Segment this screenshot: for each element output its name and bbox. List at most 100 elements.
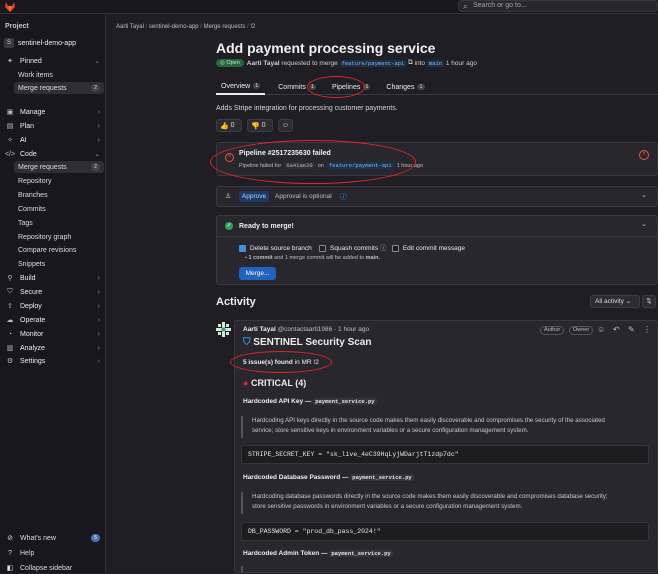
help-icon: ? [8,549,12,557]
gitlab-logo-icon[interactable] [4,1,16,13]
mr-subtitle: ◎ Open Aarti Tayal requested to merge fe… [216,59,477,67]
collapse-sidebar-button[interactable]: ◧ Collapse sidebar [0,562,106,574]
thumbs-up-button[interactable]: 👍 0 [216,119,242,132]
thumbs-down-button[interactable]: 👎 0 [247,119,273,132]
sort-button[interactable]: ⇅ [642,295,656,308]
chevron-right-icon: › [97,288,100,296]
issue-description-line: store sensitive passwords in environment… [252,503,523,510]
issue-description-line: service; store sensitive keys in environ… [252,427,529,434]
tab-overview[interactable]: Overview 1 [216,79,266,95]
sidebar-item-label: Merge requests [18,84,67,92]
breadcrumb-project[interactable]: sentinel-demo-app [149,24,199,30]
issue-file: payment_service.py [329,550,393,557]
note-time[interactable]: 1 hour ago [338,326,369,333]
edit-message-checkbox[interactable] [391,244,399,252]
sidebar-item-pinned-merge-requests[interactable]: Merge requests 2 [14,82,104,94]
sidebar-item-label: Snippets [18,260,46,268]
chevron-right-icon: › [97,136,100,144]
issue-code-block: STRIPE_SECRET_KEY = "sk_live_4eC39HqLyjW… [241,445,649,464]
sidebar-item-label: AI [20,136,27,144]
status-badge: ◎ Open [216,59,244,67]
sidebar-item-label: Operate [20,316,46,324]
edit-icon[interactable]: ✎ [628,325,635,334]
search-input[interactable]: ⌕ Search or go to... [458,0,658,12]
pin-icon: ✦ [7,58,13,65]
sidebar-item-merge-requests[interactable]: Merge requests 2 [14,161,104,173]
source-branch[interactable]: feature/payment-api [339,59,407,67]
tab-changes[interactable]: Changes 1 [381,79,429,95]
sidebar-item-label: Work items [18,71,53,79]
more-actions-icon[interactable]: ⋮ [643,325,651,334]
sidebar-item-label: Repository [18,177,52,185]
top-bar: ⌕ Search or go to... [0,0,658,14]
smiley-icon: ☺ [281,122,290,129]
squash-checkbox[interactable] [319,244,327,252]
sidebar-item-pinned[interactable]: ✦ Pinned ⌄ [0,55,106,67]
issue-title: Hardcoded API Key — payment_service.py [243,398,377,405]
activity-filter-dropdown[interactable]: All activity ⌄ [590,295,640,308]
collapse-icon: ◧ [6,565,14,572]
thumbs-down-icon: 👎 [251,122,260,130]
sidebar-item-secure[interactable]: ⛉ Secure › [0,286,106,298]
sidebar-item-repository-graph[interactable]: Repository graph [18,231,71,243]
help-button[interactable]: ? Help [0,547,106,559]
sidebar-item-snippets[interactable]: Snippets [18,258,45,270]
gear-icon: ⚙ [6,358,14,365]
sidebar-item-monitor[interactable]: ◔ Monitor › [0,328,106,340]
sidebar-item-ai[interactable]: ✧ AI › [0,134,106,146]
merge-button[interactable]: Merge... [239,267,276,280]
chevron-down-icon[interactable]: ⌄ [641,220,647,228]
divider [217,236,657,237]
sidebar-item-branches[interactable]: Branches [18,189,48,201]
breadcrumb-id[interactable]: !2 [250,24,255,30]
target-branch[interactable]: main [426,59,445,67]
reply-icon[interactable]: ↶ [613,325,620,334]
sidebar-item-label: Compare revisions [18,246,77,254]
reaction-count: 0 [230,122,235,129]
help-label: Help [20,549,35,557]
approval-text: Approval is optional [275,193,332,200]
activity-heading: Activity [216,296,256,308]
whats-new-button[interactable]: ⊘ What's new 5 [0,532,106,544]
breadcrumb-user[interactable]: Aarti Tayal [116,24,144,30]
thumbs-up-icon: 👍 [220,122,229,130]
sidebar-item-commits[interactable]: Commits [18,203,46,215]
chevron-down-icon[interactable]: ⌄ [641,191,647,199]
merge-title: Ready to merge! [239,223,294,230]
close-icon[interactable]: × [639,150,649,160]
sidebar-item-compare-revisions[interactable]: Compare revisions [18,244,76,256]
issue-file: payment_service.py [313,398,377,405]
merge-widget: ✓ Ready to merge! ⌄ Delete source branch… [216,215,658,285]
sidebar-item-deploy[interactable]: ⇪ Deploy › [0,300,106,312]
delete-branch-checkbox[interactable] [239,244,246,252]
sidebar-item-plan[interactable]: ▤ Plan › [0,120,106,132]
sidebar-item-build[interactable]: ⚲ Build › [0,272,106,284]
sidebar-item-tags[interactable]: Tags [18,217,33,229]
issue-title-text: Hardcoded Admin Token — [243,550,328,557]
copy-icon[interactable]: ⧉ [408,59,413,67]
project-name: sentinel-demo-app [18,39,76,47]
filter-label: All activity [595,298,624,305]
sidebar-item-manage[interactable]: ▣ Manage › [0,106,106,118]
sidebar-item-code[interactable]: </> Code ⌄ [0,148,106,160]
breadcrumb-section[interactable]: Merge requests [204,24,246,30]
avatar[interactable] [216,322,231,337]
chevron-right-icon: › [97,108,100,116]
note-handle[interactable]: @contactaarti1986 [278,326,333,333]
sidebar-item-work-items[interactable]: Work items [18,69,53,81]
smiley-icon[interactable]: ☺ [597,325,605,334]
add-reaction-button[interactable]: ☺ [278,119,293,132]
help-icon[interactable]: ⓘ [340,192,347,202]
project-switcher[interactable]: Ssentinel-demo-app [4,37,102,49]
issue-title: Hardcoded Database Password — payment_se… [243,474,414,481]
deploy-icon: ⇪ [7,303,13,310]
author-link[interactable]: Aarti Tayal [247,60,280,67]
into-text: into [414,59,426,67]
sidebar-item-analyze[interactable]: ▥ Analyze › [0,342,106,354]
approve-button[interactable]: Approve [239,191,269,202]
note-author[interactable]: Aarti Tayal [243,326,276,333]
sidebar-item-settings[interactable]: ⚙ Settings › [0,355,106,367]
sidebar-item-repository[interactable]: Repository [18,175,51,187]
sidebar-item-operate[interactable]: ☁ Operate › [0,314,106,326]
help-icon[interactable]: ⓘ [380,245,387,252]
